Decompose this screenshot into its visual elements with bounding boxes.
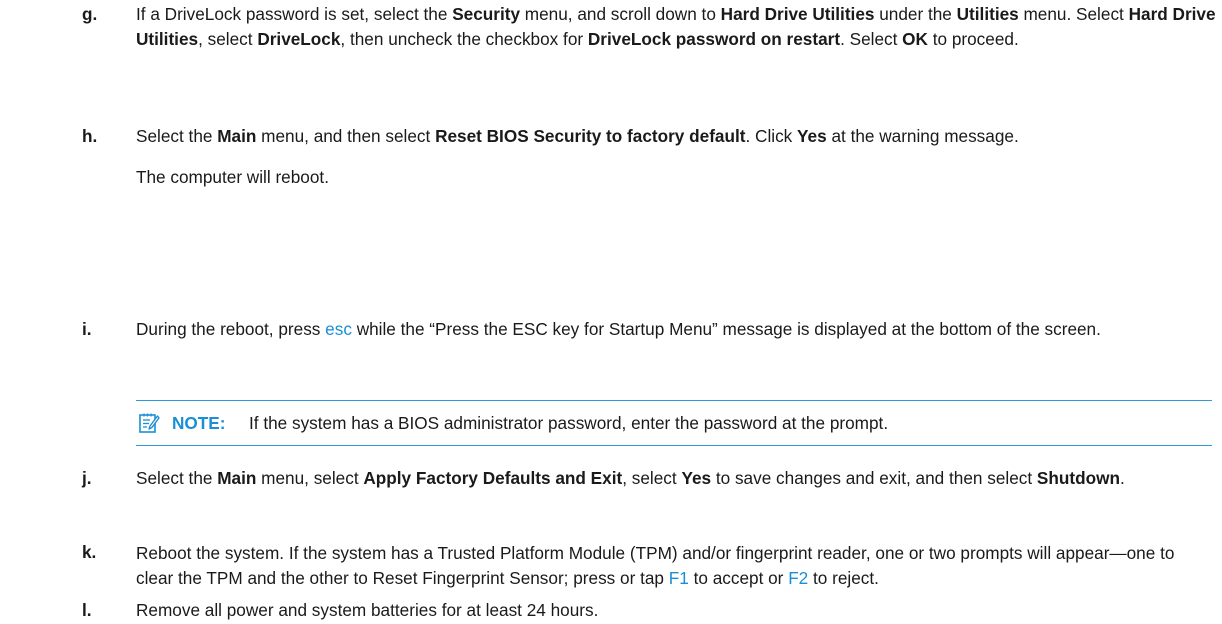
bold-run: DriveLock password on restart [587, 29, 841, 49]
note-text: If the system has a BIOS administrator p… [249, 413, 889, 433]
text-run: . Click [745, 126, 798, 146]
text-run: menu, and then select [256, 126, 436, 146]
text-run: . [1119, 468, 1125, 488]
text-run: menu, and scroll down to [520, 4, 721, 24]
bold-run: Utilities [956, 4, 1019, 24]
step-i: i. During the reboot, press esc while th… [82, 317, 1212, 342]
step-marker: i. [82, 319, 92, 339]
note-label: NOTE: [172, 413, 226, 433]
text-run: while the “Press the ESC key for Startup… [351, 319, 1101, 339]
step-subtext: The computer will reboot. [136, 167, 329, 187]
text-run: to accept or [688, 568, 789, 588]
bold-run: Apply Factory Defaults and Exit [363, 468, 623, 488]
text-run: If a DriveLock password is set, select t… [136, 4, 453, 24]
step-text: During the reboot, press esc while the “… [136, 317, 1216, 342]
text-run: menu. Select [1018, 4, 1129, 24]
text-run: During the reboot, press [136, 319, 326, 339]
step-marker: k. [82, 542, 97, 562]
step-k: k. Reboot the system. If the system has … [82, 541, 1212, 591]
bold-run: OK [902, 29, 928, 49]
step-marker: j. [82, 468, 92, 488]
text-run: , select [622, 468, 682, 488]
text-run: menu, select [256, 468, 364, 488]
step-j: j. Select the Main menu, select Apply Fa… [82, 466, 1212, 491]
bold-run: Reset BIOS Security to factory default [435, 126, 746, 146]
text-run: . Select [840, 29, 903, 49]
bold-run: DriveLock [257, 29, 341, 49]
step-text: If a DriveLock password is set, select t… [136, 2, 1216, 52]
bold-run: Yes [797, 126, 827, 146]
bold-run: Shutdown [1036, 468, 1120, 488]
key-f1: F1 [668, 568, 689, 588]
text-run: to save changes and exit, and then selec… [711, 468, 1037, 488]
step-text: Select the Main menu, and then select Re… [136, 124, 1216, 149]
step-marker: h. [82, 126, 98, 146]
bold-run: Security [452, 4, 521, 24]
text-run: to proceed. [927, 29, 1019, 49]
key-esc: esc [325, 319, 352, 339]
key-f2: F2 [788, 568, 809, 588]
text-run: Select the [136, 468, 218, 488]
bold-run: Main [217, 126, 257, 146]
note-pencil-icon [138, 412, 160, 434]
text-run: , select [198, 29, 258, 49]
step-marker: l. [82, 600, 92, 620]
step-text: Remove all power and system batteries fo… [136, 600, 599, 620]
step-h: h. Select the Main menu, and then select… [82, 124, 1212, 190]
text-run: at the warning message. [826, 126, 1019, 146]
text-run: , then uncheck the checkbox for [340, 29, 588, 49]
document-page: g. If a DriveLock password is set, selec… [0, 0, 1222, 624]
step-g: g. If a DriveLock password is set, selec… [82, 2, 1216, 52]
step-l: l. Remove all power and system batteries… [82, 598, 1212, 623]
bold-run: Hard Drive Utilities [720, 4, 875, 24]
text-run: under the [874, 4, 957, 24]
text-run: Select the [136, 126, 218, 146]
text-run: Reboot the system. If the system has a T… [136, 543, 1175, 588]
step-text: Select the Main menu, select Apply Facto… [136, 466, 1216, 491]
step-text: Reboot the system. If the system has a T… [136, 541, 1216, 591]
note-box: NOTE: If the system has a BIOS administr… [136, 400, 1212, 446]
step-marker: g. [82, 4, 98, 24]
bold-run: Yes [681, 468, 712, 488]
bold-run: Main [217, 468, 257, 488]
text-run: to reject. [808, 568, 879, 588]
